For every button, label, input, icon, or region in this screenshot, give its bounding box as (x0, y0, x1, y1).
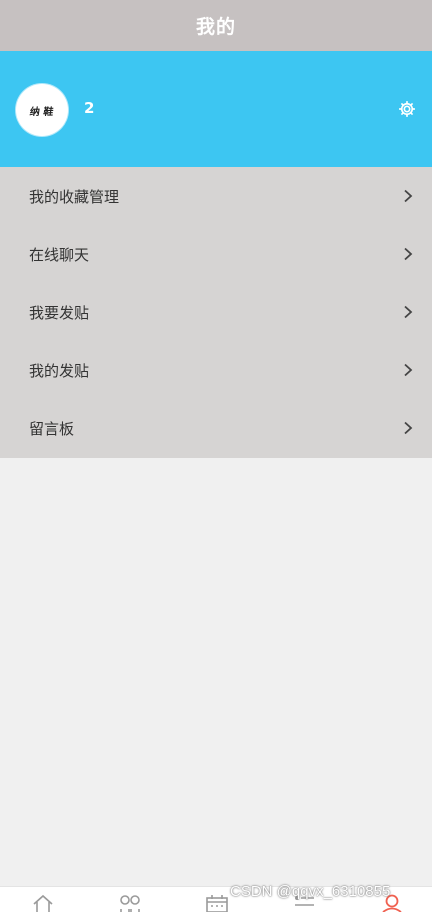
page-title: 我的 (195, 16, 236, 38)
avatar-signature: 纳 鞋 (29, 106, 55, 118)
chevron-right-icon (404, 189, 413, 203)
top-bar: 我的 (0, 0, 432, 51)
menu-item-favorites[interactable]: 我的收藏管理 (0, 167, 432, 225)
menu-item-label: 留言板 (29, 419, 75, 438)
calendar-icon[interactable] (205, 894, 229, 912)
gear-icon (399, 101, 415, 117)
category-icon[interactable] (118, 894, 142, 912)
chevron-right-icon (404, 363, 413, 377)
menu-item-message-board[interactable]: 留言板 (0, 399, 432, 457)
chevron-right-icon (404, 421, 413, 435)
watermark: CSDN @qqvx_6310855 (230, 883, 391, 900)
menu-list: 我的收藏管理 在线聊天 我要发贴 我的发贴 留言板 (0, 167, 432, 458)
menu-item-label: 我的收藏管理 (29, 187, 120, 206)
home-icon[interactable] (31, 894, 55, 912)
menu-item-chat[interactable]: 在线聊天 (0, 225, 432, 283)
menu-item-new-post[interactable]: 我要发贴 (0, 283, 432, 341)
chevron-right-icon (404, 247, 413, 261)
menu-item-label: 我要发贴 (29, 303, 90, 322)
menu-item-label: 我的发贴 (29, 361, 90, 380)
chevron-right-icon (404, 305, 413, 319)
avatar[interactable]: 纳 鞋 (16, 84, 68, 136)
menu-item-my-posts[interactable]: 我的发贴 (0, 341, 432, 399)
username: 2 (84, 99, 95, 117)
profile-banner: 纳 鞋 2 (0, 51, 432, 167)
settings-button[interactable] (396, 98, 418, 120)
menu-item-label: 在线聊天 (29, 245, 90, 264)
